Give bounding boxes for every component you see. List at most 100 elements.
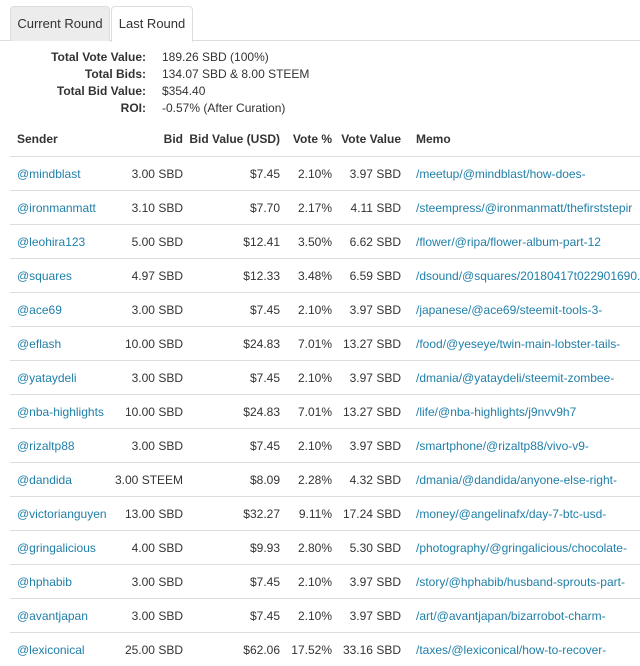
vote-value-cell: 3.97 SBD — [332, 599, 401, 633]
memo-link[interactable]: /money/@angelinafx/day-7-btc-usd- — [416, 507, 606, 521]
vote-pct-cell: 2.10% — [280, 565, 332, 599]
memo-link[interactable]: /dmania/@yataydeli/steemit-zombee- — [416, 371, 614, 385]
table-row: @yataydeli3.00 SBD$7.452.10%3.97 SBD/dma… — [10, 361, 640, 395]
memo-link[interactable]: /art/@avantjapan/bizarrobot-charm- — [416, 609, 606, 623]
header-vote-pct[interactable]: Vote % — [280, 122, 332, 157]
bid-value-cell: $12.33 — [183, 259, 280, 293]
sender-link[interactable]: @gringalicious — [17, 541, 96, 555]
summary-total-bids: Total Bids: 134.07 SBD & 8.00 STEEM — [0, 66, 640, 83]
memo-cell: /life/@nba-highlights/j9nvv9h7 — [401, 395, 640, 429]
sender-cell: @leohira123 — [10, 225, 115, 259]
sender-link[interactable]: @ironmanmatt — [17, 201, 96, 215]
vote-pct-cell: 3.50% — [280, 225, 332, 259]
summary-value: 134.07 SBD & 8.00 STEEM — [162, 66, 309, 83]
vote-value-cell: 4.11 SBD — [332, 191, 401, 225]
sender-cell: @eflash — [10, 327, 115, 361]
bid-value-cell: $7.45 — [183, 293, 280, 327]
memo-link[interactable]: /dsound/@squares/20180417t022901690. — [416, 269, 640, 283]
memo-link[interactable]: /photography/@gringalicious/chocolate- — [416, 541, 627, 555]
sender-link[interactable]: @avantjapan — [17, 609, 88, 623]
bid-value-cell: $7.45 — [183, 157, 280, 191]
vote-value-cell: 6.62 SBD — [332, 225, 401, 259]
tab-current-round[interactable]: Current Round — [10, 6, 110, 41]
sender-link[interactable]: @victorianguyen — [17, 507, 107, 521]
bid-cell: 3.00 SBD — [115, 599, 183, 633]
bid-value-cell: $7.45 — [183, 565, 280, 599]
summary-label: Total Bid Value: — [0, 83, 146, 100]
tab-last-round[interactable]: Last Round — [111, 6, 193, 42]
sender-link[interactable]: @hphabib — [17, 575, 72, 589]
memo-cell: /meetup/@mindblast/how-does- — [401, 157, 640, 191]
summary-roi: ROI: -0.57% (After Curation) — [0, 100, 640, 117]
bid-value-cell: $24.83 — [183, 395, 280, 429]
sender-link[interactable]: @yataydeli — [17, 371, 77, 385]
memo-link[interactable]: /smartphone/@rizaltp88/vivo-v9- — [416, 439, 589, 453]
sender-cell: @ace69 — [10, 293, 115, 327]
summary-label: Total Bids: — [0, 66, 146, 83]
memo-link[interactable]: /story/@hphabib/husband-sprouts-part- — [416, 575, 625, 589]
memo-link[interactable]: /food/@yeseye/twin-main-lobster-tails- — [416, 337, 620, 351]
memo-link[interactable]: /life/@nba-highlights/j9nvv9h7 — [416, 405, 576, 419]
header-sender[interactable]: Sender — [10, 122, 115, 157]
memo-cell: /art/@avantjapan/bizarrobot-charm- — [401, 599, 640, 633]
bid-cell: 3.00 SBD — [115, 293, 183, 327]
memo-link[interactable]: /flower/@ripa/flower-album-part-12 — [416, 235, 601, 249]
table-row: @squares 4.97 SBD$12.333.48%6.59 SBD/dsou… — [10, 259, 640, 293]
table-row: @victorianguyen13.00 SBD$32.279.11%17.24… — [10, 497, 640, 531]
memo-link[interactable]: /dmania/@dandida/anyone-else-right- — [416, 473, 617, 487]
table-row: @ace693.00 SBD$7.452.10%3.97 SBD/japanes… — [10, 293, 640, 327]
bid-value-cell: $8.09 — [183, 463, 280, 497]
vote-value-cell: 3.97 SBD — [332, 293, 401, 327]
table-row: @eflash10.00 SBD$24.837.01%13.27 SBD/foo… — [10, 327, 640, 361]
header-vote-value[interactable]: Vote Value — [332, 122, 401, 157]
memo-cell: /money/@angelinafx/day-7-btc-usd- — [401, 497, 640, 531]
table-row: @leohira1235.00 SBD$12.413.50%6.62 SBD/f… — [10, 225, 640, 259]
vote-value-cell: 13.27 SBD — [332, 395, 401, 429]
bid-value-cell: $62.06 — [183, 633, 280, 666]
sender-link[interactable]: @dandida — [17, 473, 72, 487]
sender-link[interactable]: @eflash — [17, 337, 61, 351]
sender-link[interactable]: @lexiconical — [17, 643, 85, 657]
sender-cell: @rizaltp88 — [10, 429, 115, 463]
header-memo[interactable]: Memo — [401, 122, 640, 157]
table-row: @rizaltp883.00 SBD$7.452.10%3.97 SBD/sma… — [10, 429, 640, 463]
sender-link[interactable]: @squares — [17, 269, 72, 283]
summary-value: $354.40 — [162, 83, 205, 100]
memo-link[interactable]: /japanese/@ace69/steemit-tools-3- — [416, 303, 602, 317]
vote-pct-cell: 3.48% — [280, 259, 332, 293]
sender-link[interactable]: @leohira123 — [17, 235, 85, 249]
bid-cell: 3.00 SBD — [115, 565, 183, 599]
vote-value-cell: 3.97 SBD — [332, 361, 401, 395]
vote-pct-cell: 2.10% — [280, 599, 332, 633]
vote-pct-cell: 2.80% — [280, 531, 332, 565]
bid-cell: 3.10 SBD — [115, 191, 183, 225]
header-bid[interactable]: Bid — [115, 122, 183, 157]
summary-label: ROI: — [0, 100, 146, 117]
memo-cell: /dmania/@yataydeli/steemit-zombee- — [401, 361, 640, 395]
sender-link[interactable]: @nba-highlights — [17, 405, 104, 419]
table-row: @avantjapan 3.00 SBD$7.452.10%3.97 SBD/ar… — [10, 599, 640, 633]
vote-value-cell: 5.30 SBD — [332, 531, 401, 565]
sender-cell: @yataydeli — [10, 361, 115, 395]
memo-link[interactable]: /taxes/@lexiconical/how-to-recover- — [416, 643, 606, 657]
sender-cell: @mindblast — [10, 157, 115, 191]
memo-cell: /japanese/@ace69/steemit-tools-3- — [401, 293, 640, 327]
header-bid-value[interactable]: Bid Value (USD) — [183, 122, 280, 157]
vote-pct-cell: 7.01% — [280, 395, 332, 429]
summary-value: 189.26 SBD (100%) — [162, 49, 269, 66]
vote-value-cell: 33.16 SBD — [332, 633, 401, 666]
sender-link[interactable]: @rizaltp88 — [17, 439, 75, 453]
sender-cell: @dandida — [10, 463, 115, 497]
memo-link[interactable]: /steempress/@ironmanmatt/thefirststepir — [416, 201, 632, 215]
summary-total-bid-value: Total Bid Value: $354.40 — [0, 83, 640, 100]
bid-value-cell: $7.45 — [183, 599, 280, 633]
sender-link[interactable]: @mindblast — [17, 167, 81, 181]
table-row: @gringalicious4.00 SBD$9.932.80%5.30 SBD… — [10, 531, 640, 565]
memo-cell: /steempress/@ironmanmatt/thefirststepir — [401, 191, 640, 225]
sender-link[interactable]: @ace69 — [17, 303, 62, 317]
memo-link[interactable]: /meetup/@mindblast/how-does- — [416, 167, 586, 181]
sender-cell: @lexiconical — [10, 633, 115, 666]
bid-cell: 4.97 SBD — [115, 259, 183, 293]
bid-cell: 10.00 SBD — [115, 395, 183, 429]
vote-value-cell: 6.59 SBD — [332, 259, 401, 293]
